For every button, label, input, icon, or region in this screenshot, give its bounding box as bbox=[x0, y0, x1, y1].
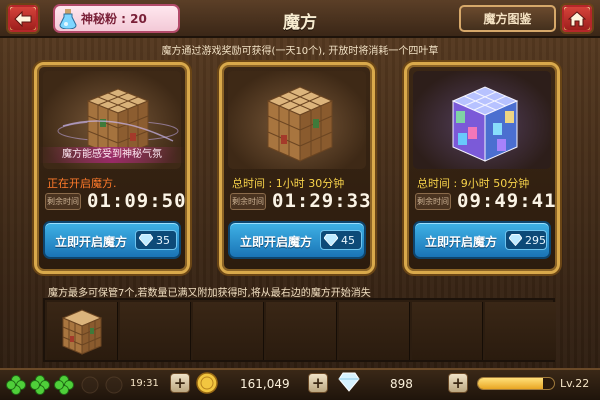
back-button[interactable] bbox=[6, 3, 40, 34]
card-status-2: 总时间 : 1小时 30分钟 bbox=[232, 177, 345, 190]
diamond-cost-3: 295 bbox=[505, 230, 547, 250]
cost-value-3: 295 bbox=[525, 233, 546, 247]
home-icon bbox=[568, 10, 586, 26]
mystery-powder-counter: 神秘粉 : 20 bbox=[53, 4, 180, 33]
player-level: Lv.22 bbox=[560, 377, 590, 390]
open-now-label-2: 立即开启魔方 bbox=[240, 235, 313, 249]
coin-count: 161,049 bbox=[240, 377, 290, 391]
coin-icon bbox=[196, 372, 218, 394]
cube-atlas-button[interactable]: 魔方图鉴 bbox=[459, 5, 556, 32]
open-now-label-3: 立即开启魔方 bbox=[425, 235, 498, 249]
diamond-icon bbox=[139, 234, 153, 246]
experience-bar bbox=[477, 377, 555, 390]
back-arrow-icon bbox=[14, 10, 32, 27]
countdown-timer-3: 09:49:41 bbox=[457, 190, 557, 212]
clover-empty-icon bbox=[81, 376, 99, 394]
diamond-icon bbox=[324, 234, 338, 246]
page-title: 魔方 bbox=[283, 13, 317, 33]
cube-storage bbox=[43, 298, 556, 362]
cube-card-2: 总时间 : 1小时 30分钟 剩余时间 01:29:33 立即开启魔方 45 bbox=[219, 62, 375, 274]
clover-refill-timer: 19:31 bbox=[130, 378, 159, 389]
potion-icon bbox=[59, 9, 77, 29]
cube-card-1: 魔方能感受到神秘气氛 正在开启魔方. 剩余时间 01:09:50 立即开启魔方 … bbox=[34, 62, 190, 274]
notice-text: 魔方通过游戏奖励可获得(一天10个), 开放时将消耗一个四叶草 bbox=[161, 46, 439, 57]
cube-art-3 bbox=[413, 71, 551, 169]
open-now-button-1[interactable]: 立即开启魔方 35 bbox=[43, 221, 181, 259]
crystal-cube-icon bbox=[451, 86, 519, 162]
clover-empty-icon bbox=[105, 376, 123, 394]
wooden-cube-icon bbox=[61, 309, 103, 355]
diamond-icon bbox=[338, 372, 360, 392]
storage-slot bbox=[485, 302, 556, 360]
storage-slot bbox=[266, 302, 337, 360]
add-clover-button[interactable]: + bbox=[170, 373, 190, 393]
screen: 神秘粉 : 20 魔方 魔方图鉴 魔方通过游戏奖励可获得(一天10个), 开放时… bbox=[0, 0, 600, 400]
countdown-timer-2: 01:29:33 bbox=[272, 190, 372, 212]
storage-slot bbox=[120, 302, 191, 360]
storage-slot bbox=[193, 302, 264, 360]
experience-fill bbox=[478, 378, 543, 389]
diamond-count: 898 bbox=[390, 377, 413, 391]
clover-icon bbox=[6, 375, 26, 395]
top-bar: 神秘粉 : 20 魔方 魔方图鉴 bbox=[0, 0, 600, 38]
open-now-label-1: 立即开启魔方 bbox=[55, 235, 128, 249]
cost-value-1: 35 bbox=[156, 233, 170, 247]
card-status-1: 正在开启魔方. bbox=[47, 177, 117, 190]
mystery-banner: 魔方能感受到神秘气氛 bbox=[39, 147, 185, 163]
remaining-time-label-1: 剩余时间 bbox=[45, 193, 81, 210]
storage-info-text: 魔方最多可保管7个,若数量已满又附加获得时,将从最右边的魔方开始消失 bbox=[48, 288, 371, 299]
storage-slot[interactable] bbox=[47, 302, 118, 360]
clover-icon bbox=[54, 375, 74, 395]
powder-label: 神秘粉 : 20 bbox=[81, 12, 147, 26]
cost-value-2: 45 bbox=[341, 233, 355, 247]
diamond-icon bbox=[509, 234, 522, 246]
wooden-cube-icon bbox=[266, 86, 334, 162]
remaining-time-label-3: 剩余时间 bbox=[415, 193, 451, 210]
diamond-cost-2: 45 bbox=[320, 230, 362, 250]
clover-icon bbox=[30, 375, 50, 395]
storage-slot bbox=[339, 302, 410, 360]
diamond-cost-1: 35 bbox=[135, 230, 177, 250]
open-now-button-2[interactable]: 立即开启魔方 45 bbox=[228, 221, 366, 259]
cube-card-3: 总时间 : 9小时 50分钟 剩余时间 09:49:41 立即开启魔方 295 bbox=[404, 62, 560, 274]
storage-slot bbox=[412, 302, 483, 360]
countdown-timer-1: 01:09:50 bbox=[87, 190, 187, 212]
home-button[interactable] bbox=[560, 3, 594, 34]
cube-art-2 bbox=[228, 71, 366, 169]
remaining-time-label-2: 剩余时间 bbox=[230, 193, 266, 210]
card-status-3: 总时间 : 9小时 50分钟 bbox=[417, 177, 530, 190]
open-now-button-3[interactable]: 立即开启魔方 295 bbox=[413, 221, 551, 259]
add-diamonds-button[interactable]: + bbox=[448, 373, 468, 393]
add-coins-button[interactable]: + bbox=[308, 373, 328, 393]
